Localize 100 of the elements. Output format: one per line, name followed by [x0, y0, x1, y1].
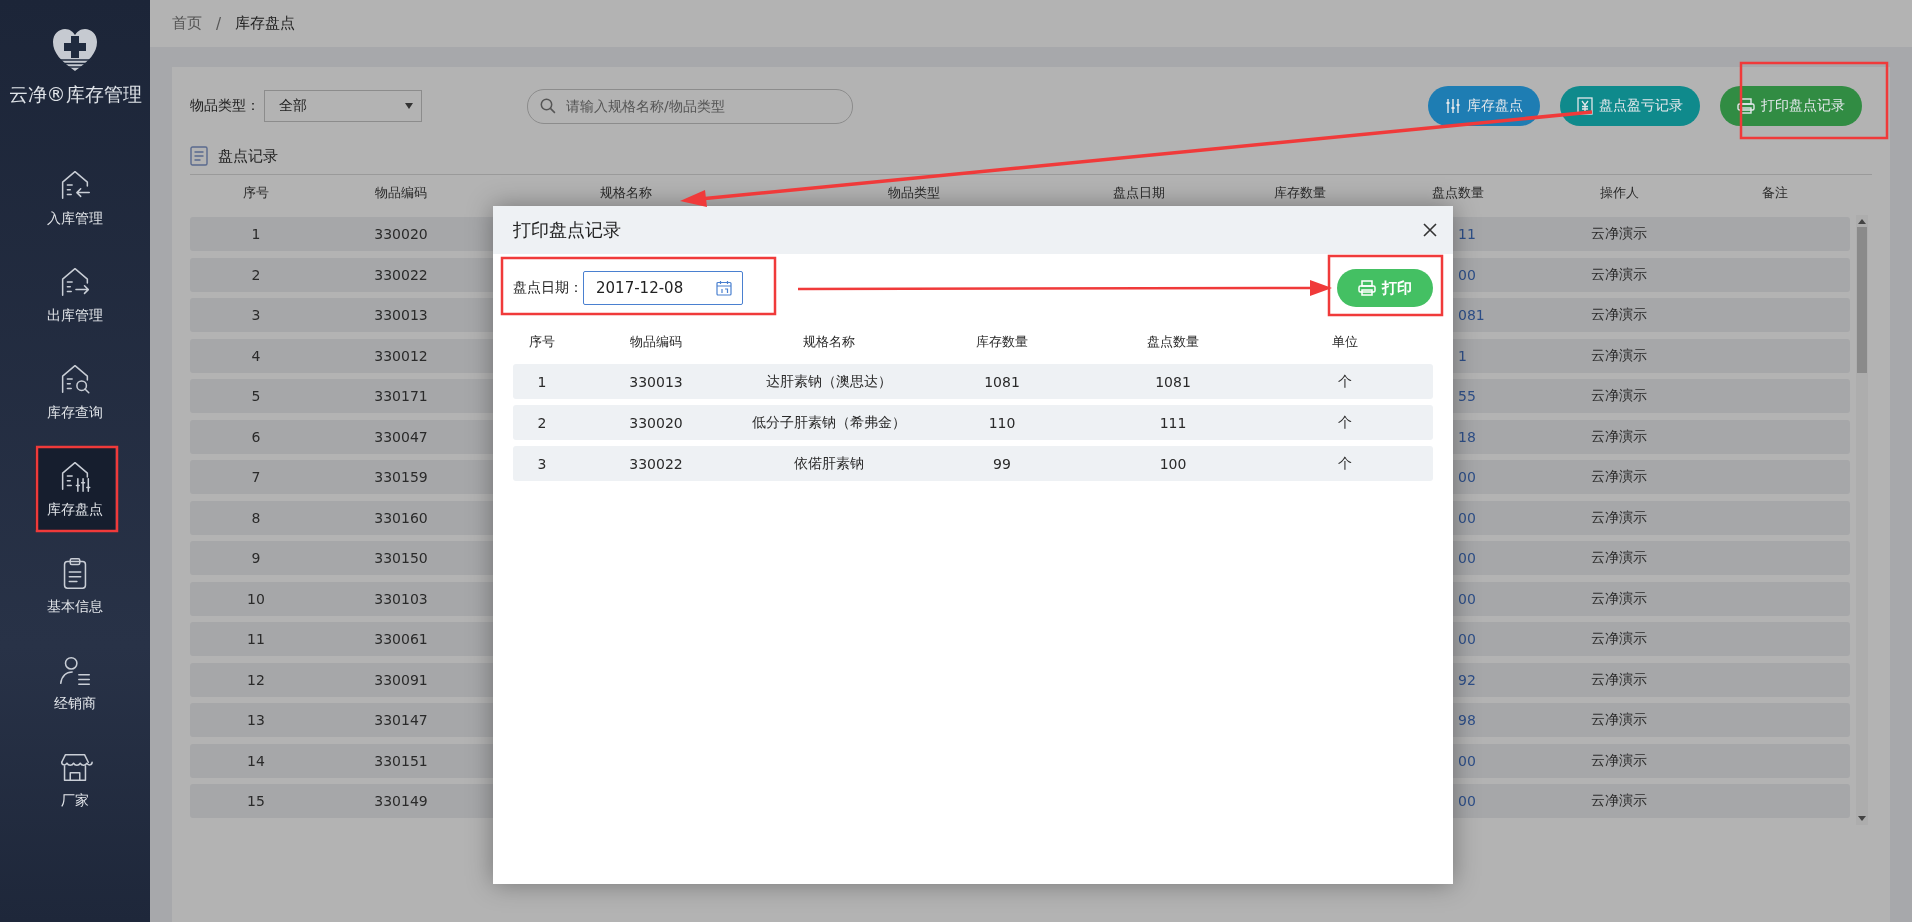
- table-cell: 00: [1458, 469, 1476, 485]
- table-cell-text: 云净演示: [1590, 306, 1648, 324]
- app-title: 云净®库存管理: [8, 82, 142, 107]
- table-cell-text: 330022: [373, 266, 429, 283]
- table-cell-text: 云净演示: [1590, 346, 1648, 365]
- table-cell-text: 330020: [373, 226, 429, 242]
- table-cell-text: 330159: [373, 469, 429, 485]
- document-icon: [190, 146, 208, 166]
- table-cell-text: 330061: [373, 631, 429, 647]
- table-cell-text: 云净演示: [1590, 427, 1648, 446]
- action-button[interactable]: 库存盘点: [1428, 86, 1540, 126]
- nav-item[interactable]: 库存盘点: [35, 446, 115, 530]
- table-cell-text: 330151: [373, 752, 429, 769]
- nav-item[interactable]: 厂家: [35, 737, 115, 821]
- table-cell: 55: [1458, 388, 1476, 404]
- table-cell-text: 330160: [373, 509, 429, 526]
- table-cell-text: 5: [250, 388, 262, 404]
- column-header: 备注: [1761, 184, 1789, 202]
- table-cell-text: 330022: [628, 455, 684, 472]
- breadcrumb-current: 库存盘点: [235, 14, 296, 33]
- scrollbar-thumb[interactable]: [1857, 227, 1867, 373]
- nav-item[interactable]: 基本信息: [35, 543, 115, 627]
- table-cell: 00: [1458, 590, 1476, 607]
- table-cell-text: 4: [250, 347, 262, 364]
- caret-icon: [405, 103, 413, 109]
- table-cell-text: 330012: [373, 347, 429, 364]
- table-cell: 1: [1458, 347, 1467, 364]
- column-header: 规格名称: [599, 184, 653, 202]
- nav-item[interactable]: 入库管理: [35, 155, 115, 239]
- table-cell-text: 8: [250, 509, 262, 526]
- table-cell-text: 13: [246, 712, 266, 728]
- table-cell-text: 330013: [373, 307, 429, 323]
- column-header: 规格名称: [802, 333, 856, 351]
- column-header: 盘点日期: [1112, 184, 1166, 202]
- table-cell-text: 12: [246, 671, 266, 688]
- heart-cross-icon: [51, 28, 99, 72]
- table-cell-text: 14: [246, 752, 266, 769]
- dialog-title: 打印盘点记录: [513, 218, 621, 242]
- table-cell: 081: [1458, 307, 1485, 323]
- close-icon[interactable]: [1423, 223, 1437, 237]
- table-cell-text: 110: [987, 414, 1017, 431]
- table-cell: 00: [1458, 793, 1476, 809]
- table-cell: 00: [1458, 631, 1476, 647]
- table-cell-text: 330103: [373, 590, 429, 607]
- section-title: 盘点记录: [218, 146, 278, 166]
- table-cell: 11: [1458, 226, 1476, 242]
- table-cell-text: 7: [250, 469, 262, 485]
- column-header: 序号: [242, 184, 270, 202]
- table-cell-text: 330149: [373, 793, 429, 809]
- yen-icon: [1577, 97, 1593, 115]
- table-cell-text: 111: [1158, 414, 1188, 431]
- caret-icon[interactable]: [1858, 219, 1866, 224]
- table-cell-text: 个: [1337, 454, 1353, 473]
- table-cell-text: 云净演示: [1590, 265, 1648, 284]
- table-cell: 18: [1458, 428, 1476, 445]
- table-cell-text: 依偌肝素钠: [793, 454, 865, 473]
- table-cell-text: 15: [246, 793, 266, 809]
- table-cell-text: 1081: [1154, 373, 1192, 390]
- action-button[interactable]: 盘点盈亏记录: [1560, 86, 1700, 126]
- table-cell-text: 1: [536, 373, 548, 390]
- nav-item[interactable]: 库存查询: [35, 349, 115, 433]
- nav-item[interactable]: 出库管理: [35, 252, 115, 336]
- table-cell-text: 2: [536, 414, 548, 431]
- nav-item[interactable]: 经销商: [35, 640, 115, 724]
- table-cell-text: 2: [250, 266, 262, 283]
- table-cell-text: 云净演示: [1590, 508, 1648, 527]
- table-cell-text: 个: [1337, 413, 1353, 432]
- breadcrumb-separator: /: [216, 14, 222, 33]
- table-cell-text: 330047: [373, 428, 429, 445]
- table-cell-text: 100: [1158, 455, 1188, 472]
- table-cell-text: 云净演示: [1590, 468, 1648, 486]
- search-field[interactable]: 请输入规格名称/物品类型: [527, 88, 853, 124]
- table-cell-text: 3: [536, 455, 548, 472]
- table-cell-text: 3: [250, 307, 262, 323]
- column-header: 物品类型: [887, 184, 941, 202]
- scrollbar[interactable]: [1856, 215, 1868, 825]
- table-cell-text: 10: [246, 590, 266, 607]
- table-cell: 98: [1458, 712, 1476, 728]
- date-field[interactable]: 2017-12-08: [583, 271, 743, 305]
- column-header: 库存数量: [975, 333, 1029, 351]
- table-cell-text: 1081: [983, 373, 1021, 390]
- type-dropdown[interactable]: 全部: [264, 90, 422, 122]
- table-cell-text: 1: [250, 226, 262, 242]
- table-cell-text: 330150: [373, 550, 429, 566]
- column-header: 序号: [528, 333, 556, 351]
- column-header: 操作人: [1598, 184, 1640, 202]
- table-cell-text: 330020: [628, 414, 684, 431]
- column-header: 物品编码: [374, 184, 428, 202]
- table-cell-text: 达肝素钠（澳思达）: [765, 372, 893, 391]
- printer-icon: [1358, 280, 1376, 296]
- breadcrumb-link[interactable]: 首页: [172, 14, 202, 33]
- caret-icon[interactable]: [1858, 816, 1866, 821]
- table-cell-text: 11: [246, 631, 266, 647]
- column-header: 盘点数量: [1431, 184, 1485, 202]
- table-cell-text: 云净演示: [1590, 549, 1648, 567]
- table-cell-text: 330171: [373, 388, 429, 404]
- action-button[interactable]: 打印盘点记录: [1720, 86, 1862, 126]
- table-cell-text: 低分子肝素钠（希弗金）: [751, 413, 907, 432]
- column-header: 单位: [1331, 333, 1359, 351]
- calendar-icon: [716, 280, 732, 296]
